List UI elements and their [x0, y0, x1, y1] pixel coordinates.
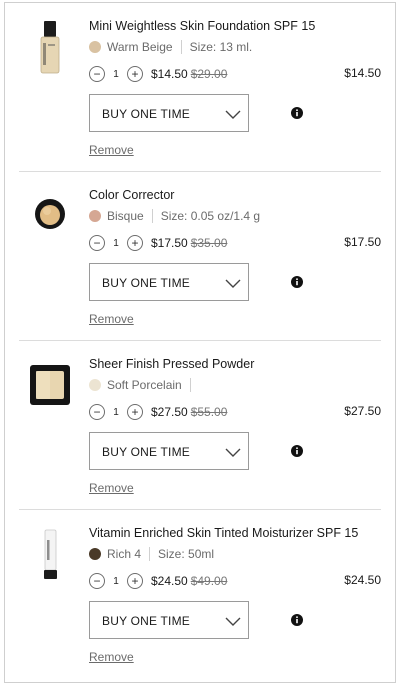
product-size: Size: 50ml: [158, 547, 215, 561]
product-attributes: Rich 4 Size: 50ml: [89, 546, 214, 562]
product-attributes: Warm Beige Size: 13 ml.: [89, 39, 252, 55]
product-attributes: Soft Porcelain: [89, 377, 199, 393]
purchase-option-select[interactable]: BUY ONE TIME: [89, 432, 249, 470]
purchase-option-value: BUY ONE TIME: [102, 445, 190, 459]
decrease-quantity-button[interactable]: −: [89, 573, 105, 589]
shade-swatch: [89, 548, 101, 560]
shade-swatch: [89, 41, 101, 53]
quantity-and-price: − 1 + $14.50 $29.00: [89, 65, 227, 83]
corrector-pot-icon: [35, 199, 65, 229]
shade-name: Bisque: [107, 209, 144, 223]
powder-compact-icon: [30, 365, 70, 405]
original-price: $49.00: [190, 574, 228, 588]
attribute-divider: [149, 547, 151, 561]
remove-link[interactable]: Remove: [89, 143, 134, 157]
increase-quantity-button[interactable]: +: [127, 235, 143, 251]
product-name[interactable]: Color Corrector: [89, 188, 174, 202]
sale-price: $27.50: [151, 405, 188, 419]
remove-link[interactable]: Remove: [89, 481, 134, 495]
line-total: $14.50: [344, 66, 381, 80]
decrease-quantity-button[interactable]: −: [89, 404, 105, 420]
cart-item: Color Corrector Bisque Size: 0.05 oz/1.4…: [5, 172, 395, 341]
purchase-option-value: BUY ONE TIME: [102, 276, 190, 290]
shade-name: Rich 4: [107, 547, 142, 561]
product-name[interactable]: Vitamin Enriched Skin Tinted Moisturizer…: [89, 526, 358, 540]
product-attributes: Bisque Size: 0.05 oz/1.4 g: [89, 208, 260, 224]
info-icon[interactable]: [291, 276, 303, 288]
purchase-option-select[interactable]: BUY ONE TIME: [89, 94, 249, 132]
attribute-divider: [180, 40, 182, 54]
product-size: Size: 13 ml.: [189, 40, 253, 54]
increase-quantity-button[interactable]: +: [127, 66, 143, 82]
product-name[interactable]: Mini Weightless Skin Foundation SPF 15: [89, 19, 315, 33]
increase-quantity-button[interactable]: +: [127, 573, 143, 589]
chevron-down-icon: [225, 279, 241, 288]
attribute-divider: [189, 378, 191, 392]
attribute-divider: [151, 209, 153, 223]
info-icon[interactable]: [291, 107, 303, 119]
line-total: $27.50: [344, 404, 381, 418]
sale-price: $24.50: [151, 574, 188, 588]
shade-name: Soft Porcelain: [107, 378, 182, 392]
remove-link[interactable]: Remove: [89, 312, 134, 326]
quantity-and-price: − 1 + $17.50 $35.00: [89, 234, 227, 252]
original-price: $35.00: [190, 236, 228, 250]
product-size: Size: 0.05 oz/1.4 g: [160, 209, 261, 223]
quantity-value: 1: [113, 237, 119, 249]
info-icon[interactable]: [291, 614, 303, 626]
cart-item: Vitamin Enriched Skin Tinted Moisturizer…: [5, 510, 395, 679]
quantity-value: 1: [113, 575, 119, 587]
quantity-value: 1: [113, 68, 119, 80]
shade-swatch: [89, 379, 101, 391]
shade-swatch: [89, 210, 101, 222]
moisturizer-tube-icon: [44, 529, 57, 579]
line-total: $24.50: [344, 573, 381, 587]
cart-item: Sheer Finish Pressed Powder Soft Porcela…: [5, 341, 395, 510]
purchase-option-value: BUY ONE TIME: [102, 614, 190, 628]
remove-link[interactable]: Remove: [89, 650, 134, 664]
product-name[interactable]: Sheer Finish Pressed Powder: [89, 357, 254, 371]
quantity-value: 1: [113, 406, 119, 418]
purchase-option-select[interactable]: BUY ONE TIME: [89, 601, 249, 639]
purchase-option-value: BUY ONE TIME: [102, 107, 190, 121]
original-price: $55.00: [190, 405, 228, 419]
chevron-down-icon: [225, 110, 241, 119]
quantity-and-price: − 1 + $27.50 $55.00: [89, 403, 227, 421]
foundation-bottle-icon: [40, 21, 60, 74]
purchase-option-select[interactable]: BUY ONE TIME: [89, 263, 249, 301]
quantity-and-price: − 1 + $24.50 $49.00: [89, 572, 227, 590]
cart-item-list: Mini Weightless Skin Foundation SPF 15 W…: [4, 2, 396, 683]
chevron-down-icon: [225, 448, 241, 457]
sale-price: $17.50: [151, 236, 188, 250]
cart-item: Mini Weightless Skin Foundation SPF 15 W…: [5, 3, 395, 172]
chevron-down-icon: [225, 617, 241, 626]
decrease-quantity-button[interactable]: −: [89, 66, 105, 82]
increase-quantity-button[interactable]: +: [127, 404, 143, 420]
line-total: $17.50: [344, 235, 381, 249]
info-icon[interactable]: [291, 445, 303, 457]
shade-name: Warm Beige: [107, 40, 173, 54]
sale-price: $14.50: [151, 67, 188, 81]
original-price: $29.00: [190, 67, 228, 81]
decrease-quantity-button[interactable]: −: [89, 235, 105, 251]
